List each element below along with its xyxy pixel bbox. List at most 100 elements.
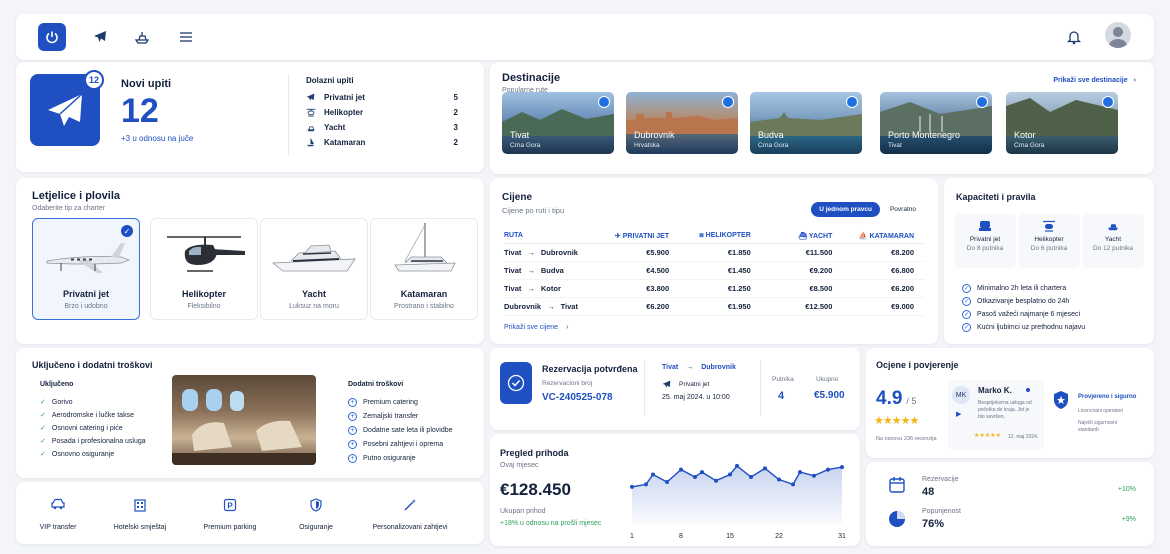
incoming-row[interactable]: Privatni jet 5: [306, 90, 458, 104]
data-point[interactable]: [749, 475, 753, 480]
vehicle-subtitle: Prostrano i stabilno: [394, 303, 454, 310]
score-value: 4.9: [876, 388, 903, 409]
data-point[interactable]: [644, 482, 648, 487]
prices-subtitle: Cijene po ruti i tipu: [502, 206, 565, 215]
star-icon: ★: [882, 415, 893, 427]
price-cell: €8.500: [809, 284, 833, 293]
incoming-row[interactable]: Yacht 3: [306, 120, 458, 134]
service-hotel[interactable]: Hotelski smještaj: [100, 498, 180, 531]
plane-icon: [306, 93, 324, 102]
service-label: Personalizovani zahtjevi: [372, 524, 448, 531]
data-point[interactable]: [665, 479, 669, 484]
power-icon[interactable]: [38, 23, 66, 51]
plane-icon[interactable]: [86, 23, 114, 51]
data-point[interactable]: [700, 470, 704, 475]
capacity-yacht[interactable]: Yacht Do 12 putnika: [1082, 214, 1144, 268]
data-point[interactable]: [840, 465, 844, 470]
extra-item: + Dodatne sate leta ili plovidbe: [348, 426, 453, 435]
service-vip-transfer[interactable]: VIP transfer: [18, 498, 98, 531]
toggle-return[interactable]: Povratno: [882, 202, 924, 217]
destination-card[interactable]: Dubrovnik Hrvatska: [626, 92, 738, 154]
destination-country: Hrvatska: [634, 142, 660, 149]
col-label: KATAMARAN: [869, 232, 915, 240]
table-row[interactable]: Tivat → Kotor €3.800 €1.250 €8.500 €6.200: [504, 280, 924, 298]
incoming-row[interactable]: Katamaran 2: [306, 135, 458, 149]
car-icon: [51, 498, 65, 512]
destination-card[interactable]: Tivat Crna Gora: [502, 92, 614, 154]
trip-type-toggle: U jednom pravcu Povratno: [811, 202, 924, 217]
service-parking[interactable]: P Premium parking: [190, 498, 270, 531]
service-label: Hotelski smještaj: [113, 524, 167, 531]
data-point[interactable]: [693, 475, 697, 480]
route-to: Dubrovnik: [701, 364, 736, 371]
arrow-right-icon: →: [547, 302, 555, 311]
price-cell: €5.900: [646, 248, 670, 257]
capacity-helicopter[interactable]: Helikopter Do 6 putnika: [1018, 214, 1080, 268]
top-navigation-bar: [16, 14, 1154, 60]
incoming-label: Yacht: [324, 122, 346, 132]
item-text: Dodatne sate leta ili plovidbe: [363, 427, 453, 434]
inquiry-tile[interactable]: 12: [30, 70, 104, 146]
data-point[interactable]: [791, 482, 795, 487]
vehicle-option-jet[interactable]: ✓ Privatni jet Brzo i udobno: [32, 218, 140, 320]
rule-item: ✓ Kućni ljubimci uz prethodnu najavu: [962, 323, 1085, 332]
avatar[interactable]: [1105, 22, 1131, 48]
data-point[interactable]: [714, 478, 718, 483]
data-point[interactable]: [679, 467, 683, 472]
vehicle-option-helicopter[interactable]: Helikopter Fleksibilno: [150, 218, 258, 320]
table-row[interactable]: Tivat → Budva €4.500 €1.450 €9.200 €6.800: [504, 262, 924, 280]
yacht-icon[interactable]: [128, 23, 156, 51]
ratings-title: Ocjene i povjerenje: [876, 360, 959, 370]
vehicle-option-yacht[interactable]: Yacht Luksuz na moru: [260, 218, 368, 320]
data-point[interactable]: [630, 484, 634, 489]
data-point[interactable]: [826, 467, 830, 472]
rule-text: Pasoš važeći najmanje 6 mjeseci: [977, 311, 1081, 318]
destination-card[interactable]: Porto Montenegro Tivat: [880, 92, 992, 154]
inquiries-title: Novi upiti: [121, 78, 172, 90]
data-point[interactable]: [798, 470, 802, 475]
vehicle-subtitle: Luksuz na moru: [289, 303, 339, 310]
show-all-prices-link[interactable]: Prikaži sve cijene ›: [504, 324, 568, 331]
seat-icon: [978, 220, 992, 232]
data-point[interactable]: [763, 466, 767, 471]
route-to: Kotor: [540, 284, 561, 293]
price-cell: €1.950: [727, 302, 751, 311]
review-card[interactable]: MK Marko K. ▶ Besprijekorna usluga od po…: [948, 380, 1044, 450]
data-point[interactable]: [651, 472, 655, 477]
booking-ref[interactable]: VC-240525-078: [542, 392, 613, 403]
service-insurance[interactable]: Osiguranje: [276, 498, 356, 531]
destination-card[interactable]: Kotor Crna Gora: [1006, 92, 1118, 154]
price-cell: €8.200: [891, 248, 915, 257]
table-row[interactable]: Dubrovnik → Tivat €6.200 €1.950 €12.500 €9…: [504, 298, 924, 316]
pax-value: 4: [778, 390, 785, 402]
capacity-jet[interactable]: Privatni jet Do 8 putnika: [954, 214, 1016, 268]
destination-name: Dubrovnik: [634, 130, 675, 140]
check-icon: ✓: [40, 451, 46, 458]
data-point[interactable]: [777, 477, 781, 482]
menu-icon[interactable]: [172, 23, 200, 51]
booking-date: 25. maj 2024. u 10:00: [662, 394, 730, 401]
data-point[interactable]: [728, 472, 732, 477]
vehicles-card: Letjelice i plovila Odaberite tip za cha…: [16, 178, 484, 344]
data-point[interactable]: [735, 463, 739, 468]
stats-card: Rezervacije 48 +10% Popunjenost 76% +9%: [866, 462, 1154, 546]
route-from: Tivat: [504, 284, 522, 293]
yacht-icon: [1106, 220, 1120, 232]
item-text: Zemaljski transfer: [363, 413, 419, 420]
destination-card[interactable]: Budva Crna Gora: [750, 92, 862, 154]
item-text: Aerodromske i lučke takse: [51, 411, 134, 419]
capacity-sub: Do 6 putnika: [1030, 245, 1068, 252]
capacity-title: Kapaciteti i pravila: [956, 192, 1036, 202]
link-label: Prikaži sve cijene: [504, 324, 559, 331]
bell-icon[interactable]: [1060, 23, 1088, 51]
stat-value: 76%: [922, 518, 945, 530]
show-all-destinations-link[interactable]: Prikaži sve destinacije ›: [1053, 77, 1136, 84]
table-row[interactable]: Tivat → Dubrovnik €5.900 €1.850 €11.500 €8…: [504, 244, 924, 262]
toggle-one-way[interactable]: U jednom pravcu: [811, 202, 880, 217]
destination-country: Crna Gora: [758, 142, 789, 149]
data-point[interactable]: [812, 473, 816, 478]
service-custom-requests[interactable]: Personalizovani zahtjevi: [364, 498, 456, 531]
incoming-row[interactable]: Helikopter 2: [306, 105, 458, 119]
extra-item: + Putno osiguranje: [348, 454, 416, 463]
vehicle-option-catamaran[interactable]: Katamaran Prostrano i stabilno: [370, 218, 478, 320]
